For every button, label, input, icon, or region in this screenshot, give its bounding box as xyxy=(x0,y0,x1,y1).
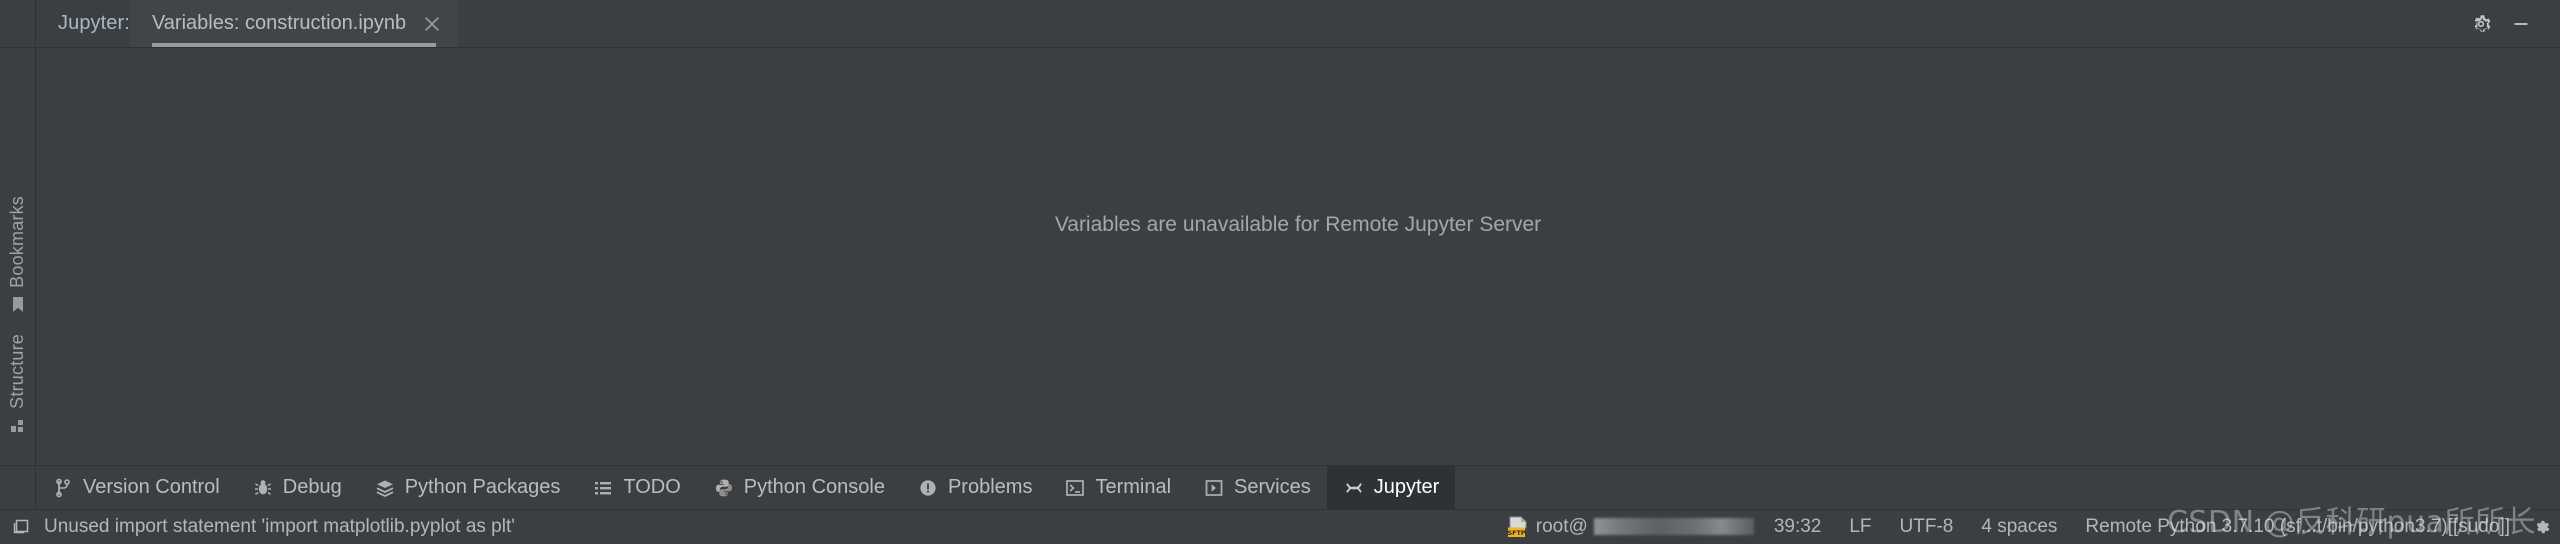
pycharm-window: Jupyter: Variables: construction.ipynb B… xyxy=(0,0,2560,543)
bottom-tool-label: Services xyxy=(1234,476,1311,498)
python-interpreter[interactable]: Remote Python 3.7.10 (sf...t/bin/python3… xyxy=(2071,516,2524,538)
sftp-deployment-indicator[interactable]: SFTP root@ xyxy=(1496,515,1760,539)
bottom-tool-label: Jupyter xyxy=(1373,476,1440,498)
bottom-tool-label: Problems xyxy=(947,476,1033,498)
indent-setting[interactable]: 4 spaces xyxy=(1967,516,2071,538)
status-bar-right: SFTP root@ 39:32 LF UTF-8 4 spaces Remot… xyxy=(1496,515,2560,539)
list-icon xyxy=(592,477,614,499)
sidebar-item-bookmarks[interactable]: Bookmarks xyxy=(7,196,28,314)
status-bar: Unused import statement 'import matplotl… xyxy=(0,505,2560,543)
packages-icon xyxy=(374,477,396,499)
status-message: Unused import statement 'import matplotl… xyxy=(44,515,515,537)
tool-window-header: Jupyter: Variables: construction.ipynb xyxy=(0,0,2560,48)
terminal-icon xyxy=(1064,477,1086,499)
bottom-tool-problems[interactable]: Problems xyxy=(901,466,1048,509)
empty-state-message: Variables are unavailable for Remote Jup… xyxy=(1054,212,1542,236)
line-separator[interactable]: LF xyxy=(1835,516,1885,538)
gear-icon[interactable] xyxy=(2530,516,2552,538)
inspection-icon[interactable] xyxy=(10,516,32,538)
minimize-icon[interactable] xyxy=(2504,7,2538,41)
bottom-tool-label: Debug xyxy=(282,476,342,498)
bottom-tool-todo[interactable]: TODO xyxy=(576,466,696,509)
bookmark-icon xyxy=(9,296,27,314)
window-controls xyxy=(2464,0,2560,47)
jupyter-icon xyxy=(1343,477,1365,499)
bottom-bar-spacer xyxy=(1455,466,2560,509)
redacted-host xyxy=(1593,518,1754,535)
branch-icon xyxy=(52,477,74,499)
bottom-tool-jupyter[interactable]: Jupyter xyxy=(1326,466,1456,509)
left-tool-rail: Bookmarks Structure xyxy=(0,48,36,465)
gear-icon[interactable] xyxy=(2464,7,2498,41)
tab-active-underline xyxy=(151,43,437,47)
bottom-tool-label: Python Packages xyxy=(404,476,561,498)
bottom-tool-label: TODO xyxy=(623,476,681,498)
bottom-rail-spacer xyxy=(0,466,36,509)
structure-icon xyxy=(9,417,27,435)
services-icon xyxy=(1203,477,1225,499)
bottom-tool-label: Version Control xyxy=(83,476,220,498)
sidebar-item-structure[interactable]: Structure xyxy=(7,334,28,435)
bottom-tool-window-bar: Version Control Debug Python Packages TO… xyxy=(0,465,2560,509)
file-encoding[interactable]: UTF-8 xyxy=(1886,516,1968,538)
sidebar-item-label: Bookmarks xyxy=(7,196,27,289)
bottom-tool-python-console[interactable]: Python Console xyxy=(697,466,901,509)
bottom-tool-debug[interactable]: Debug xyxy=(236,466,358,509)
bottom-tool-version-control[interactable]: Version Control xyxy=(36,466,236,509)
tool-window-title: Jupyter: xyxy=(58,12,130,34)
python-icon xyxy=(713,477,735,499)
remote-user-label: root@ xyxy=(1535,515,1588,537)
bottom-tool-label: Python Console xyxy=(743,476,885,498)
tab-variables-construction[interactable]: Variables: construction.ipynb xyxy=(129,0,459,47)
body-row: Bookmarks Structure Variables are unavai… xyxy=(0,48,2560,465)
tab-label: Variables: construction.ipynb xyxy=(151,12,407,34)
caret-position[interactable]: 39:32 xyxy=(1760,516,1836,538)
status-bar-left: Unused import statement 'import matplotl… xyxy=(0,516,515,538)
sftp-icon: SFTP xyxy=(1506,515,1532,539)
bottom-tool-services[interactable]: Services xyxy=(1187,466,1327,509)
sidebar-item-label: Structure xyxy=(7,334,27,409)
warning-icon xyxy=(917,477,939,499)
bug-icon xyxy=(252,477,274,499)
svg-text:SFTP: SFTP xyxy=(1507,528,1525,536)
left-rail-header-spacer xyxy=(0,0,36,47)
close-icon[interactable] xyxy=(422,14,442,34)
variables-panel: Variables are unavailable for Remote Jup… xyxy=(36,48,2560,465)
bottom-tool-python-packages[interactable]: Python Packages xyxy=(358,466,577,509)
bottom-tool-label: Terminal xyxy=(1095,476,1172,498)
bottom-tool-terminal[interactable]: Terminal xyxy=(1048,466,1187,509)
